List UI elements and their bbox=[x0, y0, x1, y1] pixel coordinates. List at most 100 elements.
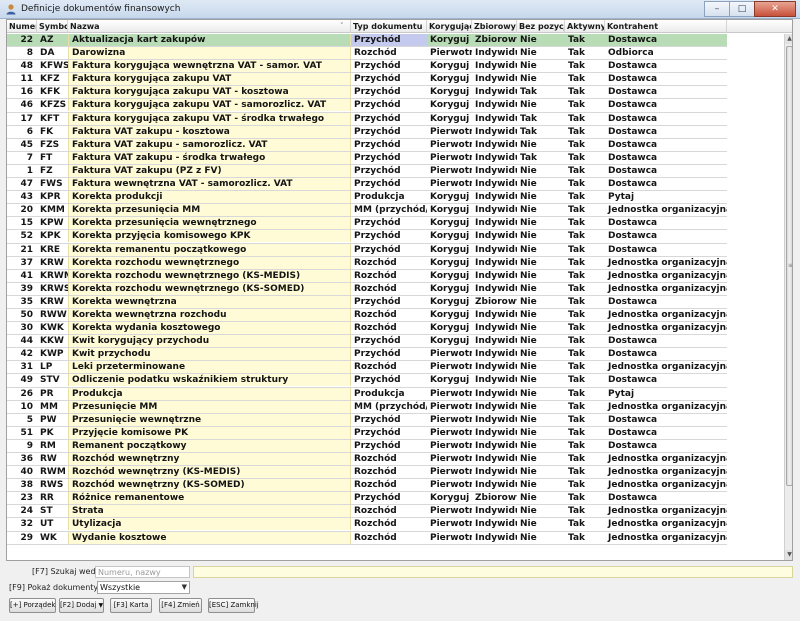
cell-aktywny: Tak bbox=[568, 48, 586, 59]
cell-symbol: ST bbox=[40, 506, 53, 517]
table-row[interactable]: 40 RWM Rozchód wewnętrzny (KS-MEDIS) Rozchó… bbox=[7, 466, 727, 480]
table-row[interactable]: 35 KRW Korekta wewnętrzna Przychód Koryguj Zb… bbox=[7, 295, 727, 309]
table-row[interactable]: 11 KFZ Faktura korygująca zakupu VAT Przych… bbox=[7, 73, 727, 87]
cell-typ: Przychód bbox=[354, 427, 401, 438]
cell-aktywny: Tak bbox=[568, 126, 586, 137]
cell-korygujacy: Koryguj bbox=[430, 218, 470, 229]
header-aktywny[interactable]: Aktywny bbox=[565, 20, 605, 33]
table-row[interactable]: 41 KRWMKorekta rozchodu wewnętrznego (KS-… bbox=[7, 269, 727, 283]
table-row[interactable]: 6 FK Faktura VAT zakupu - kosztowa Przychód… bbox=[7, 125, 727, 139]
header-zbiorowy[interactable]: Zbiorowy bbox=[472, 20, 517, 33]
header-numer[interactable]: Numer bbox=[7, 20, 37, 33]
table-row[interactable]: 22 AZ Aktualizacja kart zakupów Przychód Kor… bbox=[7, 34, 727, 48]
header-typ[interactable]: Typ dokumentu bbox=[351, 20, 427, 33]
cell-korygujacy: Koryguj bbox=[430, 113, 470, 124]
table-row[interactable]: 39 KRWS Korekta rozchodu wewnętrznego (KS-… bbox=[7, 282, 727, 296]
table-row[interactable]: 52 KPK Korekta przyjęcia komisowego KPK Prz… bbox=[7, 230, 727, 244]
add-button[interactable]: [F2] Dodaj ▼ bbox=[59, 598, 104, 613]
table-row[interactable]: 16 KFK Faktura korygująca zakupu VAT - kos… bbox=[7, 86, 727, 100]
table-row[interactable]: 38 RWS Rozchód wewnętrzny (KS-SOMED) Rozchó… bbox=[7, 479, 727, 493]
table-row[interactable]: 45 FZS Faktura VAT zakupu - samorozlicz. V… bbox=[7, 138, 727, 152]
table-row[interactable]: 15 KPW Korekta przesunięcia wewnętrznego Pr… bbox=[7, 217, 727, 231]
table-row[interactable]: 9 RM Remanent początkowy Przychód Pierwotn In… bbox=[7, 439, 727, 453]
cell-zbiorowy: Indywidu bbox=[475, 467, 517, 478]
table-row[interactable]: 23 RR Różnice remanentowe Przychód Koryguj Zb… bbox=[7, 492, 727, 506]
cell-symbol: UT bbox=[40, 519, 54, 530]
cell-symbol: RR bbox=[40, 493, 54, 504]
table-row[interactable]: 5 PW Przesunięcie wewnętrzne Przychód Pierwo… bbox=[7, 413, 727, 427]
header-kontrahent[interactable]: Kontrahent bbox=[605, 20, 727, 33]
cell-nazwa: Faktura VAT zakupu (PZ z FV) bbox=[68, 164, 351, 177]
cell-numer: 6 bbox=[26, 126, 33, 137]
cell-kontrahent: Dostawca bbox=[608, 218, 658, 229]
minimize-button[interactable]: – bbox=[704, 1, 730, 17]
cell-aktywny: Tak bbox=[568, 519, 586, 530]
table-row[interactable]: 7 FT Faktura VAT zakupu - środka trwałego P… bbox=[7, 151, 727, 165]
table-row[interactable]: 44 KKW Kwit korygujący przychodu Przychód Ko… bbox=[7, 335, 727, 349]
cell-typ: Przychód bbox=[354, 375, 401, 386]
table-row[interactable]: 8 DA Darowizna Rozchód Pierwotn Indywidu Nie Ta… bbox=[7, 47, 727, 61]
scroll-down-icon[interactable]: ▼ bbox=[785, 550, 792, 560]
table-row[interactable]: 1 FZ Faktura VAT zakupu (PZ z FV) Przychód P… bbox=[7, 164, 727, 179]
cell-nazwa: Faktura korygująca wewnętrzna VAT - samo… bbox=[68, 60, 351, 73]
cell-numer: 1 bbox=[26, 165, 33, 176]
cell-symbol: KPW bbox=[40, 218, 64, 229]
table-row[interactable]: 32 UT Utylizacja Rozchód Pierwotn Indywidu Nie… bbox=[7, 518, 727, 532]
scroll-thumb[interactable]: ≡ bbox=[786, 46, 792, 486]
cell-korygujacy: Koryguj bbox=[430, 283, 470, 294]
table-row[interactable]: 31 LP Leki przeterminowane Rozchód Pierwotn I… bbox=[7, 361, 727, 375]
maximize-button[interactable]: □ bbox=[729, 1, 755, 17]
close-button[interactable]: [ESC] Zamknij bbox=[208, 598, 259, 613]
table-row[interactable]: 26 PR Produkcja Produkcja Pierwotn Indywidu Ni… bbox=[7, 387, 727, 401]
cell-symbol: KRWM bbox=[40, 270, 68, 281]
header-korygujacy[interactable]: Korygujący bbox=[427, 20, 472, 33]
cell-typ: Przychód bbox=[354, 231, 401, 242]
order-button[interactable]: [+] Porządek bbox=[9, 598, 56, 613]
table-row[interactable]: 50 RWW Korekta wewnętrzna rozchodu Rozchód K… bbox=[7, 308, 727, 323]
table-row[interactable]: 36 RW Rozchód wewnętrzny Rozchód Pierwotn Ind… bbox=[7, 453, 727, 467]
table-row[interactable]: 21 KRE Korekta remanentu początkowego Przyc… bbox=[7, 243, 727, 257]
cell-kontrahent: Jednostka organizacyjna bbox=[608, 323, 727, 334]
cell-numer: 45 bbox=[20, 139, 33, 150]
table-row[interactable]: 51 PK Przyjęcie komisowe PK Przychód Pierwot… bbox=[7, 426, 727, 440]
cell-zbiorowy: Indywidu bbox=[475, 427, 517, 438]
cell-numer: 36 bbox=[20, 454, 33, 464]
search-field[interactable] bbox=[95, 566, 190, 578]
vertical-scrollbar[interactable]: ▲ ≡ ▼ bbox=[784, 34, 792, 560]
scroll-up-icon[interactable]: ▲ bbox=[785, 34, 792, 44]
cell-kontrahent: Jednostka organizacyjna bbox=[608, 362, 727, 373]
table-row[interactable]: 30 KWK Korekta wydania kosztowego Rozchód Ko… bbox=[7, 322, 727, 336]
search-value-field[interactable] bbox=[193, 566, 793, 578]
cell-typ: Przychód bbox=[354, 139, 401, 150]
table-row[interactable]: 46 KFZS Faktura korygująca zakupu VAT - sa… bbox=[7, 99, 727, 113]
table-row[interactable]: 37 KRW Korekta rozchodu wewnętrznego Rozchó… bbox=[7, 256, 727, 270]
table-row[interactable]: 29 WK Wydanie kosztowe Rozchód Pierwotn Indyw… bbox=[7, 531, 727, 545]
card-button[interactable]: [F3] Karta bbox=[110, 598, 152, 613]
cell-korygujacy: Koryguj bbox=[430, 87, 470, 98]
change-button[interactable]: [F4] Zmień bbox=[159, 598, 202, 613]
table-row[interactable]: 43 KPR Korekta produkcji Produkcja Koryguj In… bbox=[7, 191, 727, 205]
close-window-button[interactable]: ✕ bbox=[754, 1, 796, 17]
cell-bez-pozycji: Tak bbox=[520, 87, 538, 98]
cell-kontrahent: Dostawca bbox=[608, 296, 658, 307]
table-row[interactable]: 17 KFT Faktura korygująca zakupu VAT - śro… bbox=[7, 112, 727, 126]
cell-kontrahent: Jednostka organizacyjna bbox=[608, 309, 727, 320]
cell-korygujacy: Pierwotn bbox=[430, 48, 472, 59]
document-type-select[interactable]: Wszystkie ▼ bbox=[97, 581, 190, 594]
header-nazwa[interactable]: Nazwa bbox=[68, 20, 351, 33]
table-row[interactable]: 42 KWP Kwit przychodu Przychód Pierwotn Indyw… bbox=[7, 348, 727, 362]
header-bez-pozycji[interactable]: Bez pozycji bbox=[517, 20, 565, 33]
table-row[interactable]: 24 ST Strata Rozchód Pierwotn Indywidu Nie Tak J… bbox=[7, 505, 727, 519]
cell-korygujacy: Pierwotn bbox=[430, 388, 472, 399]
table-row[interactable]: 10 MM Przesunięcie MM MM (przychód/r Pierwot… bbox=[7, 400, 727, 414]
cell-bez-pozycji: Tak bbox=[520, 126, 538, 137]
table-row[interactable]: 48 KFWS Faktura korygująca wewnętrzna VAT … bbox=[7, 60, 727, 74]
table-row[interactable]: 49 STV Odliczenie podatku wskaźnikiem stru… bbox=[7, 374, 727, 388]
header-symbol[interactable]: Symbol bbox=[37, 20, 68, 33]
cell-bez-pozycji: Nie bbox=[520, 375, 537, 386]
cell-zbiorowy: Indywidu bbox=[475, 375, 517, 386]
table-row[interactable]: 47 FWS Faktura wewnętrzna VAT - samorozlic… bbox=[7, 178, 727, 192]
cell-nazwa: Korekta rozchodu wewnętrznego bbox=[68, 256, 351, 269]
table-row[interactable]: 20 KMM Korekta przesunięcia MM MM (przychód… bbox=[7, 204, 727, 218]
cell-typ: Rozchód bbox=[354, 48, 397, 59]
